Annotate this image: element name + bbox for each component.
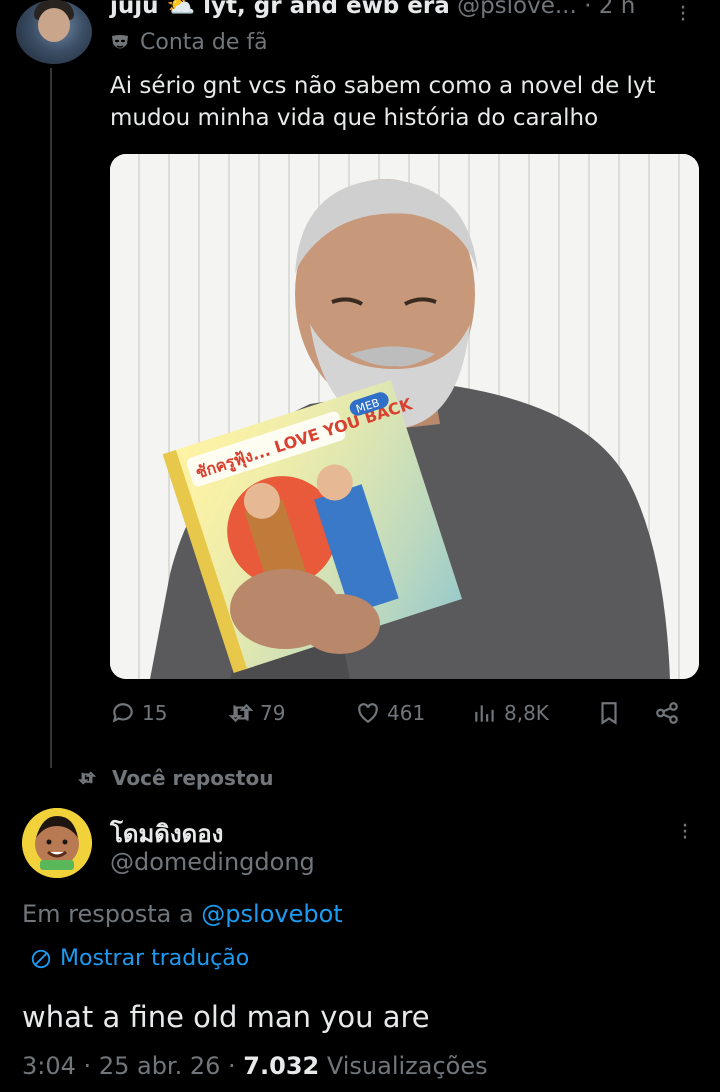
timestamp[interactable]: · 2 h: [584, 0, 635, 19]
translate-button[interactable]: Mostrar tradução: [30, 946, 249, 971]
like-count: 461: [387, 701, 426, 725]
fan-account-badge: Conta de fã: [110, 30, 268, 55]
thread-line: [50, 68, 52, 768]
handle[interactable]: @pslove...: [457, 0, 577, 19]
repost-icon: [228, 703, 254, 723]
more-options-icon[interactable]: · · ·: [680, 816, 690, 850]
repost-icon: [78, 771, 96, 785]
repost-indicator: Você repostou: [78, 766, 273, 790]
bookmark-button[interactable]: [596, 700, 622, 726]
display-name[interactable]: juju ⛅ lyt, gr and ewb era: [110, 0, 450, 19]
tweet-date[interactable]: 25 abr. 26: [99, 1052, 221, 1080]
tweet-photo[interactable]: ชักครูฟุ้ง... LOVE YOU BACK MEB: [110, 154, 699, 679]
translate-label: Mostrar tradução: [60, 946, 250, 971]
views-count: 7.032: [243, 1052, 320, 1080]
tweet-meta: 3:04 · 25 abr. 26 · 7.032 Visualizações: [22, 1052, 488, 1080]
mask-icon: [112, 34, 128, 48]
tweet-text: what a fine old man you are: [22, 1000, 430, 1034]
avatar[interactable]: [16, 0, 92, 64]
reply-icon: [112, 703, 133, 723]
reply-count: 15: [142, 701, 168, 725]
bookmark-icon: [601, 702, 617, 725]
avatar[interactable]: [22, 808, 92, 878]
tweet-time[interactable]: 3:04: [22, 1052, 76, 1080]
like-button[interactable]: 461: [355, 700, 425, 726]
views-button[interactable]: 8,8K: [472, 700, 549, 726]
views-count: 8,8K: [504, 701, 549, 725]
action-bar: 15 79 461 8,8K: [110, 700, 710, 730]
reply-context: Em resposta a @pslovebot: [22, 900, 343, 928]
repost-label[interactable]: Você repostou: [112, 766, 273, 790]
reply-prefix: Em resposta a: [22, 900, 194, 928]
tweet-header: juju ⛅ lyt, gr and ewb era @pslove... · …: [110, 0, 635, 19]
heart-icon: [358, 703, 378, 723]
handle[interactable]: @domedingdong: [110, 848, 315, 876]
views-label: Visualizações: [326, 1052, 488, 1080]
repost-count: 79: [260, 701, 286, 725]
reply-to-link[interactable]: @pslovebot: [201, 900, 342, 928]
globe-icon: [31, 949, 51, 968]
more-options-icon[interactable]: · · ·: [678, 0, 688, 32]
views-icon: [475, 705, 494, 722]
badge-label: Conta de fã: [140, 30, 268, 55]
reply-button[interactable]: 15: [110, 700, 167, 726]
tweet-text: Ai sério gnt vcs não sabem como a novel …: [110, 73, 656, 131]
photo-illustration: ชักครูฟุ้ง... LOVE YOU BACK MEB: [150, 179, 670, 679]
share-button[interactable]: [654, 700, 680, 726]
repost-button[interactable]: 79: [228, 700, 285, 726]
share-icon: [656, 702, 678, 724]
